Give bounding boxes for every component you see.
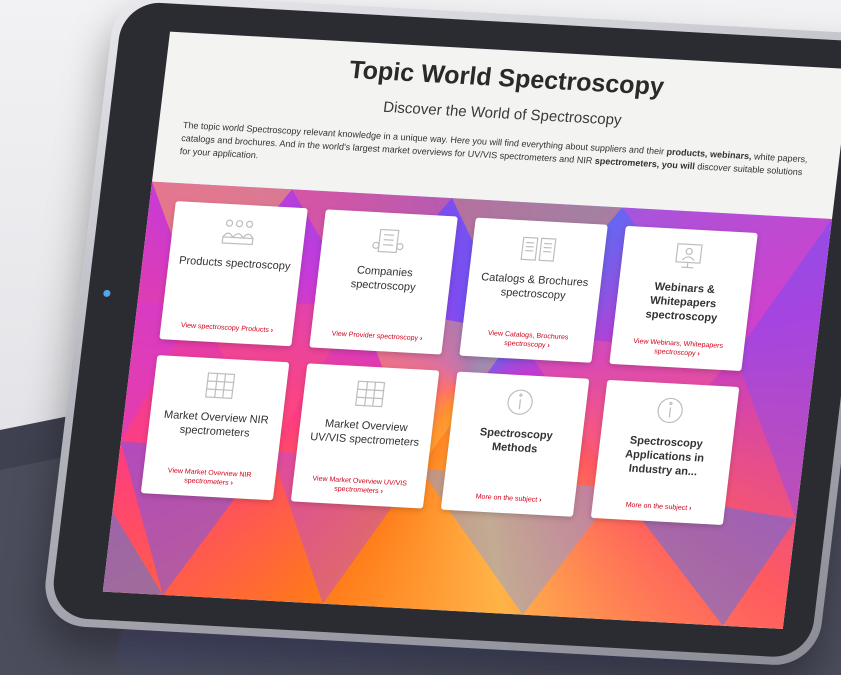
card-link-text: View Webinars, Whitepapers spectroscopy — [632, 337, 724, 358]
card-companies[interactable]: Companies spectroscopy View Provider spe… — [309, 209, 458, 355]
card-link-text: More on the subject — [475, 493, 538, 504]
tablet: Topic World Spectroscopy Discover the Wo… — [40, 0, 841, 668]
companies-icon — [369, 224, 409, 256]
card-link-text: View Market Overview UV/VIS spectrometer… — [311, 475, 408, 496]
card-link[interactable]: View spectroscopy Products › — [180, 321, 274, 335]
card-title: Catalogs & Brochures spectroscopy — [480, 271, 589, 302]
info-icon — [650, 394, 690, 426]
chevron-right-icon: › — [380, 488, 384, 496]
card-link-text: View spectroscopy Products — [180, 322, 270, 335]
grid-icon — [350, 378, 390, 410]
card-link[interactable]: View Market Overview UV/VIS spectrometer… — [302, 474, 416, 498]
card-title: Spectroscopy Methods — [479, 426, 554, 456]
card-title: Companies spectroscopy — [349, 264, 417, 294]
card-title: Market Overview UV/VIS spectrometers — [309, 417, 420, 449]
card-applications[interactable]: Spectroscopy Applications in Industry an… — [590, 379, 740, 526]
card-link-text: View Catalogs, Brochures spectroscopy — [487, 329, 569, 350]
grid-icon — [200, 370, 240, 402]
card-link-text: View Market Overview NIR spectrometers — [167, 467, 252, 487]
chevron-right-icon: › — [538, 496, 542, 505]
card-products[interactable]: Products spectroscopy View spectroscopy … — [159, 201, 308, 347]
card-link[interactable]: More on the subject › — [625, 501, 692, 514]
chevron-right-icon: › — [688, 505, 692, 513]
intro-text-bold2: spectrometers, you will — [594, 155, 696, 172]
monitor-user-icon — [669, 240, 709, 272]
card-market-uvvis[interactable]: Market Overview UV/VIS spectrometers Vie… — [290, 363, 440, 509]
card-link[interactable]: View Market Overview NIR spectrometers › — [152, 466, 266, 490]
tablet-mockup: Topic World Spectroscopy Discover the Wo… — [40, 0, 841, 675]
card-title: Products spectroscopy — [178, 254, 292, 273]
info-icon — [500, 386, 540, 418]
card-catalogs[interactable]: Catalogs & Brochures spectroscopy View C… — [459, 217, 608, 363]
card-title: Webinars & Whitepapers spectroscopy — [644, 280, 718, 325]
chevron-right-icon: › — [547, 342, 551, 350]
chevron-right-icon: › — [419, 335, 423, 343]
card-methods[interactable]: Spectroscopy Methods More on the subject… — [440, 371, 590, 517]
chevron-right-icon: › — [697, 350, 701, 358]
card-title: Market Overview NIR spectrometers — [163, 408, 270, 440]
card-link[interactable]: View Webinars, Whitepapers spectroscopy … — [620, 336, 734, 360]
card-link[interactable]: View Catalogs, Brochures spectroscopy › — [470, 328, 584, 352]
card-link[interactable]: More on the subject › — [475, 492, 542, 505]
card-link[interactable]: View Provider spectroscopy › — [331, 329, 423, 343]
chevron-right-icon: › — [230, 479, 234, 488]
card-market-nir[interactable]: Market Overview NIR spectrometers View M… — [140, 355, 290, 501]
card-link-text: More on the subject — [625, 501, 688, 513]
people-icon — [219, 216, 259, 248]
book-icon — [519, 232, 559, 264]
card-link-text: View Provider spectroscopy — [331, 330, 419, 343]
topic-card-grid: Products spectroscopy View spectroscopy … — [140, 201, 758, 526]
tablet-screen: Topic World Spectroscopy Discover the Wo… — [102, 31, 841, 630]
card-title: Spectroscopy Applications in Industry an… — [624, 434, 705, 479]
card-webinars[interactable]: Webinars & Whitepapers spectroscopy View… — [609, 225, 758, 372]
chevron-right-icon: › — [270, 327, 274, 335]
intro-text-bold1: products, webinars, — [665, 146, 753, 162]
